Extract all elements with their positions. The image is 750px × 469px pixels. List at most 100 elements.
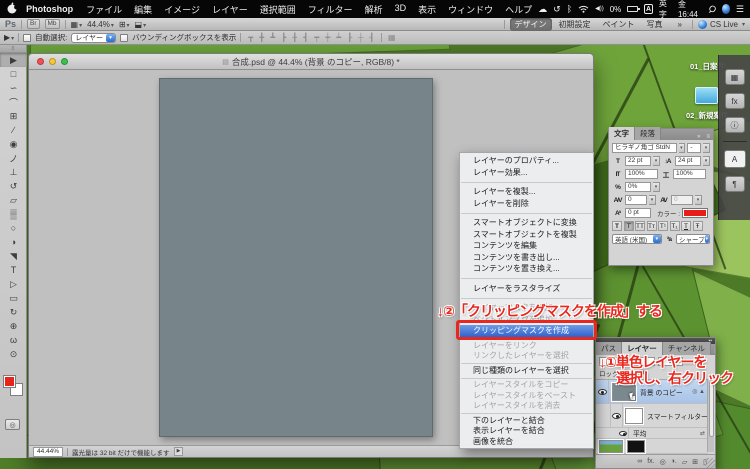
bluetooth-icon[interactable]: ᛒ (567, 4, 572, 14)
adjustment-layer-icon[interactable]: ◑. (671, 458, 677, 465)
panel-resize-grip[interactable] (705, 458, 715, 468)
statusbar-options-arrow[interactable]: ▶ (173, 447, 184, 456)
layer-row-bottom[interactable] (596, 438, 708, 454)
auto-select-dropdown[interactable]: レイヤー ▾ (71, 32, 117, 43)
histogram-panel-icon[interactable]: ▦ (724, 69, 745, 85)
workspace-overflow-button[interactable]: » (673, 19, 687, 30)
menu-edit[interactable]: 編集 (128, 3, 158, 16)
underline-button[interactable]: T (681, 221, 691, 231)
ctx-item-7[interactable]: コンテンツを編集 (460, 240, 593, 252)
ctx-item-4[interactable]: レイヤーを削除 (460, 198, 593, 210)
font-size-field[interactable]: 22 pt (625, 156, 651, 166)
faux-italic-button[interactable]: T (623, 221, 634, 231)
smart-filter-row[interactable]: スマートフィルター (596, 404, 708, 428)
align-bottom-edges-icon[interactable]: ┻ (267, 33, 278, 42)
input-source-icon[interactable]: A (644, 4, 653, 14)
kerning-field[interactable]: 0 (625, 195, 647, 205)
distribute-bottom-edges-icon[interactable]: ┷ (333, 33, 344, 42)
statusbar-zoom-field[interactable]: 44.44% (33, 446, 64, 457)
panel-menu-icon[interactable]: ≡ (703, 134, 713, 140)
history-brush-tool[interactable]: ↺ (0, 179, 27, 193)
kerning-dropdown-arrow[interactable]: ▾ (649, 195, 656, 205)
mini-bridge-button[interactable]: Mb (44, 19, 60, 29)
menu-select[interactable]: 選択範囲 (254, 3, 302, 16)
new-layer-icon[interactable]: ⊞ (692, 458, 698, 466)
ctx-item-9[interactable]: コンテンツを置き換え... (460, 263, 593, 275)
tracking-field[interactable]: 0 (671, 195, 693, 205)
ctx-item-1[interactable]: レイヤーのプロパティ... (460, 155, 593, 167)
info-panel-icon[interactable]: ⓘ (724, 117, 745, 133)
quick-selection-tool[interactable]: ⌒ (0, 95, 27, 109)
3d-camera-tool[interactable]: ⊕ (0, 319, 27, 333)
filter-average-row[interactable]: 平均 ⇄ (596, 428, 708, 439)
link-layers-icon[interactable]: ∞ (637, 458, 642, 465)
panel-collapse-icon[interactable]: » (694, 134, 703, 140)
smart-filter-expand-icon[interactable]: ◎ ▲ (692, 388, 705, 395)
layer-mask-icon[interactable]: ◎ (660, 458, 666, 466)
cloud-icon[interactable]: ☁ (538, 4, 547, 14)
menu-image[interactable]: イメージ (158, 3, 206, 16)
menu-3d[interactable]: 3D (389, 3, 413, 16)
zoom-window-button[interactable] (61, 58, 68, 65)
layer-visibility-toggle[interactable] (596, 380, 609, 403)
align-left-edges-icon[interactable]: ┣ (278, 33, 289, 42)
minimize-window-button[interactable] (49, 58, 56, 65)
menu-filter[interactable]: フィルター (302, 3, 359, 16)
distribute-top-edges-icon[interactable]: ┯ (311, 33, 322, 42)
baseline-shift-field[interactable]: 0 pt (625, 208, 651, 218)
lasso-tool[interactable]: ∽ (0, 81, 27, 95)
filter-item-name[interactable]: 平均 (633, 428, 647, 438)
brush-tool[interactable]: ノ (0, 151, 27, 165)
clone-stamp-tool[interactable]: ⊥ (0, 165, 27, 179)
anti-alias-dropdown[interactable]: シャープ ▾ (676, 234, 710, 244)
gradient-tool[interactable]: ▒ (0, 207, 27, 221)
layers-panel-menu-icon[interactable]: ≡ (711, 349, 715, 355)
filter-visibility-toggle[interactable] (610, 404, 623, 427)
move-tool[interactable]: ▶ (0, 53, 27, 67)
input-mode-label[interactable]: 英字 (659, 0, 672, 20)
leading-field[interactable]: 24 pt (675, 156, 701, 166)
active-app-name[interactable]: Photoshop (19, 4, 80, 14)
ctx-item-8[interactable]: コンテンツを書き出し... (460, 252, 593, 264)
layer-mask-thumbnail[interactable] (626, 438, 646, 454)
crop-tool[interactable]: ⊞ (0, 109, 27, 123)
distribute-right-edges-icon[interactable]: ┨ (366, 33, 377, 42)
ctx-item-3[interactable]: レイヤーを複製... (460, 186, 593, 198)
show-bounding-box-checkbox[interactable] (120, 33, 129, 42)
menu-layer[interactable]: レイヤー (206, 3, 254, 16)
menubar-clock[interactable]: 金 16:44 (678, 0, 703, 19)
arrange-documents-button[interactable]: ⊞▾ (119, 20, 130, 29)
faux-bold-button[interactable]: T (612, 221, 622, 231)
type-tool[interactable]: T (0, 263, 27, 277)
font-style-field[interactable]: - (687, 143, 702, 153)
character-panel-icon[interactable]: A (723, 150, 746, 168)
align-vertical-centers-icon[interactable]: ╋ (256, 33, 267, 42)
paragraph-panel-icon[interactable]: ¶ (724, 176, 745, 192)
healing-brush-tool[interactable]: ◉ (0, 137, 27, 151)
document-titlebar[interactable]: ▤ 合成.psd @ 44.4% (背景 のコピー, RGB/8) * (29, 54, 593, 70)
menu-help[interactable]: ヘルプ (499, 3, 538, 16)
menu-file[interactable]: ファイル (80, 3, 128, 16)
battery-icon[interactable] (627, 6, 641, 12)
tracking-dropdown-arrow[interactable]: ▾ (695, 195, 702, 205)
subscript-button[interactable]: T₁ (669, 221, 680, 231)
tsume-field[interactable]: 0% (625, 182, 651, 192)
text-color-swatch[interactable] (682, 208, 709, 218)
filter-blend-options-icon[interactable]: ⇄ (700, 430, 705, 437)
view-extras-button[interactable]: ▦▾ (71, 20, 83, 29)
tab-character[interactable]: 文字 (609, 127, 635, 140)
apple-menu[interactable] (6, 2, 19, 16)
move-tool-preset-icon[interactable]: ▶▾ (4, 33, 14, 42)
scrollbar-thumb[interactable] (708, 381, 714, 437)
zoom-tool[interactable]: ⊙ (0, 347, 27, 361)
blur-tool[interactable]: ○ (0, 221, 27, 235)
spotlight-icon[interactable]: Ϙ (706, 3, 718, 15)
ctx-item-2[interactable]: レイヤー効果... (460, 167, 593, 179)
small-caps-button[interactable]: Tᴛ (646, 221, 657, 231)
ctx-item-10[interactable]: レイヤーをラスタライズ (460, 283, 593, 295)
ctx-item-5[interactable]: スマートオブジェクトに変換 (460, 217, 593, 229)
all-caps-button[interactable]: TT (635, 221, 645, 231)
horizontal-scale-field[interactable]: 100% (673, 169, 706, 179)
align-right-edges-icon[interactable]: ┫ (300, 33, 311, 42)
layer-group-icon[interactable]: ▱ (682, 458, 687, 466)
